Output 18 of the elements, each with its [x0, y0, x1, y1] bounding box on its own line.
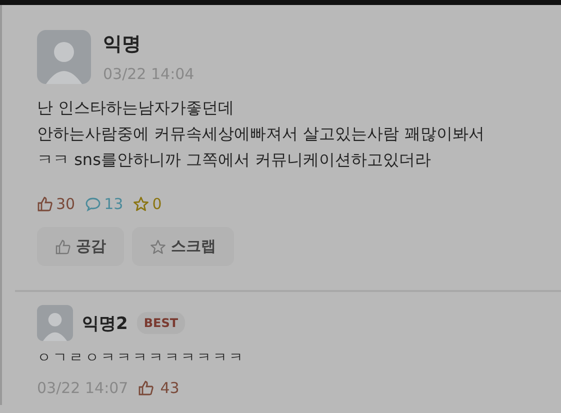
thumbs-up-icon	[138, 380, 154, 396]
count-label: 30	[56, 195, 76, 213]
post-text: 안하는사람중에 커뮤속세상에빠져서 살고있는사람 꽤많이봐서	[37, 123, 486, 145]
avatar-icon	[37, 305, 73, 341]
scrap-button[interactable]: 스크랩	[132, 227, 234, 266]
best-badge: BEST	[136, 312, 186, 334]
thumbs-up-icon	[55, 238, 71, 254]
author-name: 익명	[103, 32, 142, 57]
like-button[interactable]: 공감	[37, 227, 124, 266]
avatar-icon	[37, 30, 91, 84]
like-count: 43	[160, 379, 180, 397]
commenter-name: 익명2	[82, 312, 128, 334]
post-text: ㅋㅋ sns를안하니까 그쪽에서 커뮤니케이션하고있더라	[37, 149, 432, 171]
post-text: 난 인스타하는남자가좋던데	[37, 97, 236, 119]
comment-text: ㅇㄱㄹㅇㅋㅋㅋㅋㅋㅋㅋㅋㅋ	[37, 349, 246, 367]
count-label: 13	[104, 195, 124, 213]
count-label: 0	[152, 195, 162, 213]
star-icon	[150, 238, 166, 254]
